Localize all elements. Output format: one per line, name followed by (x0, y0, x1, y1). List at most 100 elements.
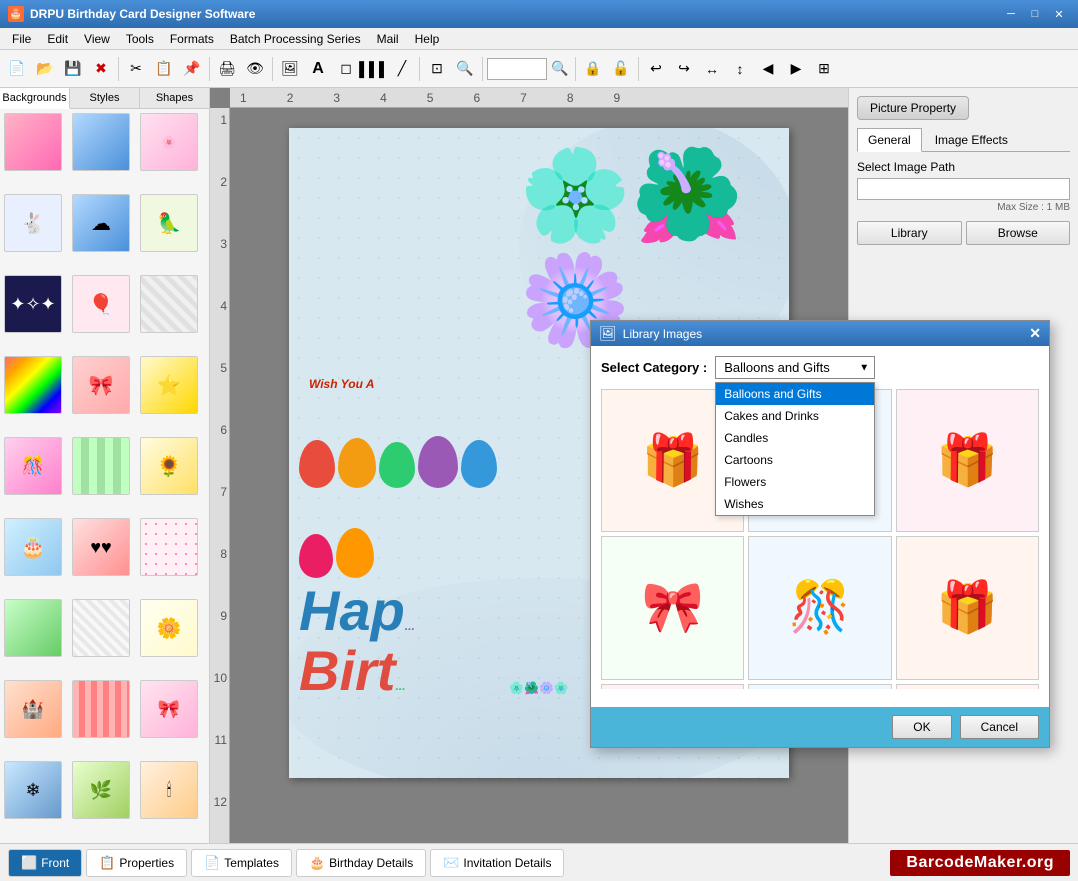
barcode-button[interactable]: ▌▌▌ (361, 56, 387, 82)
shape-button[interactable]: ◻ (333, 56, 359, 82)
text-button[interactable]: A (305, 56, 331, 82)
bg-thumb-6[interactable]: 🦜 (140, 194, 198, 252)
lib-image-6[interactable]: 🎁 (896, 536, 1039, 679)
lib-image-3[interactable]: 🎁 (896, 389, 1039, 532)
library-close-button[interactable]: ✕ (1029, 325, 1041, 342)
zoom-plus-button[interactable]: 🔍 (452, 56, 478, 82)
bg-thumb-13[interactable]: 🎊 (4, 437, 62, 495)
lib-image-4[interactable]: 🎀 (601, 536, 744, 679)
maximize-button[interactable]: □ (1024, 4, 1046, 24)
bg-thumb-22[interactable]: 🏰 (4, 680, 62, 738)
tab-front[interactable]: ⬜ Front (8, 849, 82, 877)
undo-button[interactable]: ↩ (643, 56, 669, 82)
picture-property-button[interactable]: Picture Property (857, 96, 969, 120)
tab-invitation-details[interactable]: ✉️ Invitation Details (430, 849, 564, 877)
flip-v-button[interactable]: ↕ (727, 56, 753, 82)
lib-dropdown-wishes[interactable]: Wishes (716, 493, 874, 515)
bg-thumb-11[interactable]: 🎀 (72, 356, 130, 414)
menu-file[interactable]: File (4, 30, 39, 48)
lib-category-select[interactable]: Balloons and Gifts Cakes and Drinks Cand… (715, 356, 875, 379)
tab-backgrounds[interactable]: Backgrounds (0, 88, 70, 109)
nav-right-button[interactable]: ▶ (783, 56, 809, 82)
bg-thumb-27[interactable]: 🕯 (140, 761, 198, 819)
bg-thumb-26[interactable]: 🌿 (72, 761, 130, 819)
tab-properties[interactable]: 📋 Properties (86, 849, 187, 877)
menu-view[interactable]: View (76, 30, 118, 48)
align-button[interactable]: ⊞ (811, 56, 837, 82)
bg-thumb-23[interactable] (72, 680, 130, 738)
menu-batch-processing[interactable]: Batch Processing Series (222, 30, 369, 48)
bg-thumb-4[interactable]: 🐇 (4, 194, 62, 252)
bg-thumb-8[interactable]: 🎈 (72, 275, 130, 333)
flip-h-button[interactable]: ↔ (699, 56, 725, 82)
lib-dropdown-flowers[interactable]: Flowers (716, 471, 874, 493)
lock-button[interactable]: 🔒 (580, 56, 606, 82)
open-button[interactable]: 📂 (32, 56, 58, 82)
lib-image-7[interactable]: 💝 (601, 684, 744, 689)
lib-dropdown-candles[interactable]: Candles (716, 427, 874, 449)
tab-shapes[interactable]: Shapes (140, 88, 209, 108)
cut-button[interactable]: ✂ (123, 56, 149, 82)
paste-button[interactable]: 📌 (179, 56, 205, 82)
bg-thumb-21[interactable]: 🌼 (140, 599, 198, 657)
lib-image-9[interactable]: 🎈 (896, 684, 1039, 689)
copy-button[interactable]: 📋 (151, 56, 177, 82)
zoom-minus-button[interactable]: 🔍 (549, 58, 571, 80)
unlock-button[interactable]: 🔓 (608, 56, 634, 82)
bg-thumb-20[interactable] (72, 599, 130, 657)
bg-thumb-14[interactable] (72, 437, 130, 495)
bg-thumb-16[interactable]: 🎂 (4, 518, 62, 576)
redo-button[interactable]: ↪ (671, 56, 697, 82)
menu-edit[interactable]: Edit (39, 30, 76, 48)
bg-thumb-5[interactable]: ☁ (72, 194, 130, 252)
menu-help[interactable]: Help (407, 30, 448, 48)
lib-title-left: 🖼 Library Images (599, 325, 702, 342)
delete-button[interactable]: ✖ (88, 56, 114, 82)
minimize-button[interactable]: ─ (1000, 4, 1022, 24)
bg-thumb-3[interactable]: 🌸 (140, 113, 198, 171)
lib-image-8[interactable]: ❤️ (748, 684, 891, 689)
bg-thumb-25[interactable]: ❄ (4, 761, 62, 819)
browse-button[interactable]: Browse (966, 221, 1071, 245)
bg-thumb-9[interactable] (140, 275, 198, 333)
tab-general[interactable]: General (857, 128, 922, 152)
lib-dropdown-balloons[interactable]: Balloons and Gifts (716, 383, 874, 405)
save-button[interactable]: 💾 (60, 56, 86, 82)
print-button[interactable]: 🖨 (214, 56, 240, 82)
tab-birthday-details[interactable]: 🎂 Birthday Details (296, 849, 426, 877)
lib-image-5[interactable]: 🎊 (748, 536, 891, 679)
bg-thumb-12[interactable]: ⭐ (140, 356, 198, 414)
image-path-input[interactable]: C:\Program Files (x86)\DRPU Birthd (857, 178, 1070, 200)
line-button[interactable]: ╱ (389, 56, 415, 82)
preview-button[interactable]: 👁 (242, 56, 268, 82)
image-button[interactable]: 🖼 (277, 56, 303, 82)
bg-thumb-7[interactable]: ✦✧✦ (4, 275, 62, 333)
tab-templates[interactable]: 📄 Templates (191, 849, 292, 877)
zoom-input[interactable]: 200% (487, 58, 547, 80)
tab-image-effects[interactable]: Image Effects (924, 128, 1019, 151)
lib-dropdown-cartoons[interactable]: Cartoons (716, 449, 874, 471)
close-button[interactable]: ✕ (1048, 4, 1070, 24)
bg-thumb-1[interactable] (4, 113, 62, 171)
lib-dropdown-cakes[interactable]: Cakes and Drinks (716, 405, 874, 427)
nav-left-button[interactable]: ◀ (755, 56, 781, 82)
menu-mail[interactable]: Mail (369, 30, 407, 48)
bg-thumb-15[interactable]: 🌻 (140, 437, 198, 495)
menu-formats[interactable]: Formats (162, 30, 222, 48)
tab-styles[interactable]: Styles (70, 88, 140, 108)
bg-thumb-10[interactable] (4, 356, 62, 414)
library-button[interactable]: Library (857, 221, 962, 245)
separator3 (272, 57, 273, 81)
zoom-select-button[interactable]: ⊡ (424, 56, 450, 82)
library-content: Select Category : Balloons and Gifts Cak… (591, 346, 1049, 699)
balloon-green (379, 442, 415, 488)
lib-cancel-button[interactable]: Cancel (960, 715, 1039, 739)
bg-thumb-2[interactable] (72, 113, 130, 171)
bg-thumb-19[interactable] (4, 599, 62, 657)
lib-ok-button[interactable]: OK (892, 715, 951, 739)
bg-thumb-18[interactable] (140, 518, 198, 576)
menu-tools[interactable]: Tools (118, 30, 162, 48)
bg-thumb-17[interactable]: ♥♥ (72, 518, 130, 576)
new-button[interactable]: 📄 (4, 56, 30, 82)
bg-thumb-24[interactable]: 🎀 (140, 680, 198, 738)
